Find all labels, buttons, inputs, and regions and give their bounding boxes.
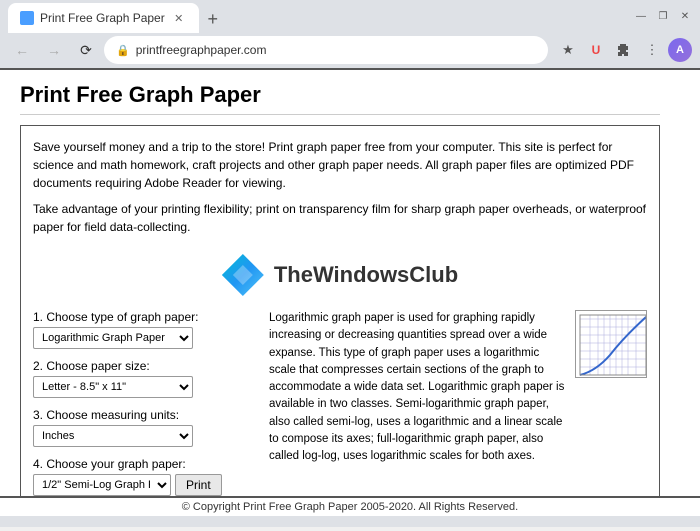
form-group-units: 3. Choose measuring units: Inches	[33, 408, 253, 447]
intro-paragraph-2: Take advantage of your printing flexibil…	[33, 200, 647, 236]
url-text: printfreegraphpaper.com	[136, 43, 267, 57]
log-graph-preview	[575, 310, 647, 378]
title-bar: Print Free Graph Paper ✕ + — ❐ ✕	[0, 0, 700, 32]
main-content-box: Save yourself money and a trip to the st…	[20, 125, 660, 496]
reload-button[interactable]: ⟳	[72, 36, 100, 64]
close-button[interactable]: ✕	[678, 9, 692, 23]
label-paper: 4. Choose your graph paper:	[33, 457, 253, 471]
tab-close-button[interactable]: ✕	[171, 10, 187, 26]
form-row-paper: 1/2" Semi-Log Graph Paper Print	[33, 474, 253, 496]
select-size[interactable]: Letter - 8.5" x 11"	[33, 376, 193, 398]
print-button[interactable]: Print	[175, 474, 222, 496]
select-units[interactable]: Inches	[33, 425, 193, 447]
minimize-button[interactable]: —	[634, 9, 648, 23]
bookmark-star-icon[interactable]: ★	[556, 38, 580, 62]
tab-title: Print Free Graph Paper	[40, 11, 165, 25]
forward-button[interactable]: →	[40, 36, 68, 64]
security-lock-icon: 🔒	[116, 44, 130, 57]
form-group-type: 1. Choose type of graph paper: Logarithm…	[33, 310, 253, 349]
select-type[interactable]: Logarithmic Graph Paper	[33, 327, 193, 349]
watermark-area: TheWindowsClub	[33, 244, 647, 306]
active-tab[interactable]: Print Free Graph Paper ✕	[8, 3, 199, 33]
label-type: 1. Choose type of graph paper:	[33, 310, 253, 324]
tab-favicon	[20, 11, 34, 25]
windows-club-text: TheWindowsClub	[274, 262, 458, 288]
toolbar-icons: ★ U ⋮ A	[556, 38, 692, 62]
browser-bottom-bar	[0, 516, 700, 527]
restore-button[interactable]: ❐	[656, 9, 670, 23]
label-size: 2. Choose paper size:	[33, 359, 253, 373]
extensions-icon[interactable]	[612, 38, 636, 62]
intro-paragraph-1: Save yourself money and a trip to the st…	[33, 138, 647, 192]
form-column: 1. Choose type of graph paper: Logarithm…	[33, 310, 253, 496]
address-bar: ← → ⟳ 🔒 printfreegraphpaper.com ★ U ⋮ A	[0, 32, 700, 68]
footer-text: © Copyright Print Free Graph Paper 2005-…	[182, 501, 518, 513]
right-description-text: Logarithmic graph paper is used for grap…	[269, 310, 567, 496]
browser-menu-icon[interactable]: ⋮	[640, 38, 664, 62]
form-group-paper: 4. Choose your graph paper: 1/2" Semi-Lo…	[33, 457, 253, 496]
back-button[interactable]: ←	[8, 36, 36, 64]
page-footer: © Copyright Print Free Graph Paper 2005-…	[0, 496, 700, 516]
ublock-icon[interactable]: U	[584, 38, 608, 62]
new-tab-button[interactable]: +	[199, 5, 227, 33]
profile-avatar[interactable]: A	[668, 38, 692, 62]
page-title: Print Free Graph Paper	[20, 82, 660, 115]
select-paper[interactable]: 1/2" Semi-Log Graph Paper	[33, 474, 171, 496]
form-group-size: 2. Choose paper size: Letter - 8.5" x 11…	[33, 359, 253, 398]
right-description-column: Logarithmic graph paper is used for grap…	[269, 310, 647, 496]
window-controls: — ❐ ✕	[634, 9, 692, 23]
windows-club-logo	[222, 254, 264, 296]
url-bar[interactable]: 🔒 printfreegraphpaper.com	[104, 36, 548, 64]
label-units: 3. Choose measuring units:	[33, 408, 253, 422]
page-content: Print Free Graph Paper Save yourself mon…	[0, 68, 700, 496]
two-column-section: 1. Choose type of graph paper: Logarithm…	[33, 310, 647, 496]
